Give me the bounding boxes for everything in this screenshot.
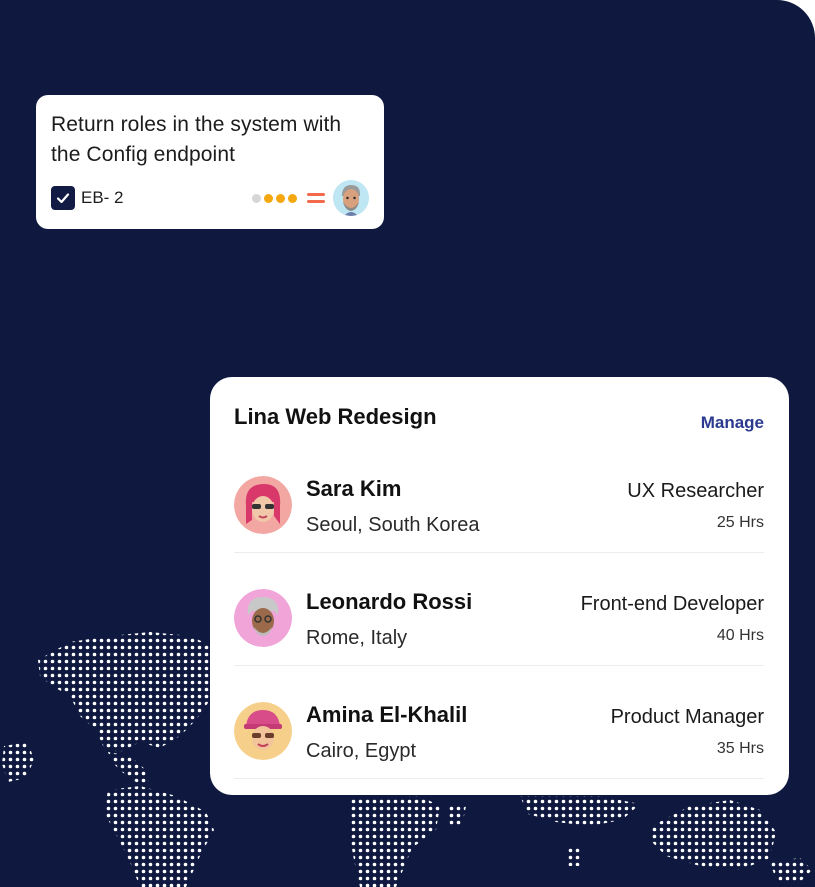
member-location: Cairo, Egypt (306, 740, 417, 762)
avatar-woman-icon (234, 476, 292, 534)
progress-dot (264, 193, 273, 203)
avatar (234, 589, 292, 647)
member-role: UX Researcher (627, 480, 764, 502)
member-name: Amina El-Khalil (306, 702, 468, 727)
task-card[interactable]: Return roles in the system with the Conf… (36, 95, 384, 229)
member-location: Seoul, South Korea (306, 514, 480, 536)
team-card-header: Lina Web Redesign Manage (234, 377, 764, 469)
team-card: Lina Web Redesign Manage Sara Kim Seoul,… (210, 377, 789, 795)
priority-medium-icon (307, 193, 325, 203)
avatar (234, 702, 292, 760)
member-row[interactable]: Leonardo Rossi Rome, Italy Front-end Dev… (234, 589, 764, 666)
task-id: EB- 2 (81, 188, 124, 207)
task-checkbox[interactable] (51, 186, 75, 210)
avatar (234, 476, 292, 534)
member-name: Sara Kim (306, 476, 402, 501)
assignee-avatar[interactable] (333, 180, 369, 216)
member-role: Product Manager (610, 706, 764, 728)
member-row[interactable]: Sara Kim Seoul, South Korea UX Researche… (234, 476, 764, 553)
project-title: Lina Web Redesign (234, 404, 437, 429)
avatar-man-icon (333, 180, 369, 216)
member-list: Sara Kim Seoul, South Korea UX Researche… (234, 469, 764, 779)
member-role: Front-end Developer (580, 593, 764, 615)
progress-dot (252, 193, 261, 203)
check-icon (56, 193, 70, 204)
background-panel: Return roles in the system with the Conf… (0, 0, 815, 887)
progress-dots (252, 193, 297, 203)
task-footer: EB- 2 (51, 180, 369, 216)
manage-link[interactable]: Manage (701, 413, 764, 433)
member-hours: 25 Hrs (716, 514, 764, 531)
member-name: Leonardo Rossi (306, 589, 473, 614)
member-hours: 40 Hrs (716, 627, 764, 644)
progress-dot (288, 193, 297, 203)
member-row[interactable]: Amina El-Khalil Cairo, Egypt Product Man… (234, 702, 764, 779)
member-hours: 35 Hrs (716, 740, 764, 757)
member-location: Rome, Italy (306, 627, 408, 649)
progress-dot (276, 193, 285, 203)
avatar-man-icon (234, 589, 292, 647)
avatar-woman-icon (234, 702, 292, 760)
task-title: Return roles in the system with the Conf… (51, 113, 342, 166)
